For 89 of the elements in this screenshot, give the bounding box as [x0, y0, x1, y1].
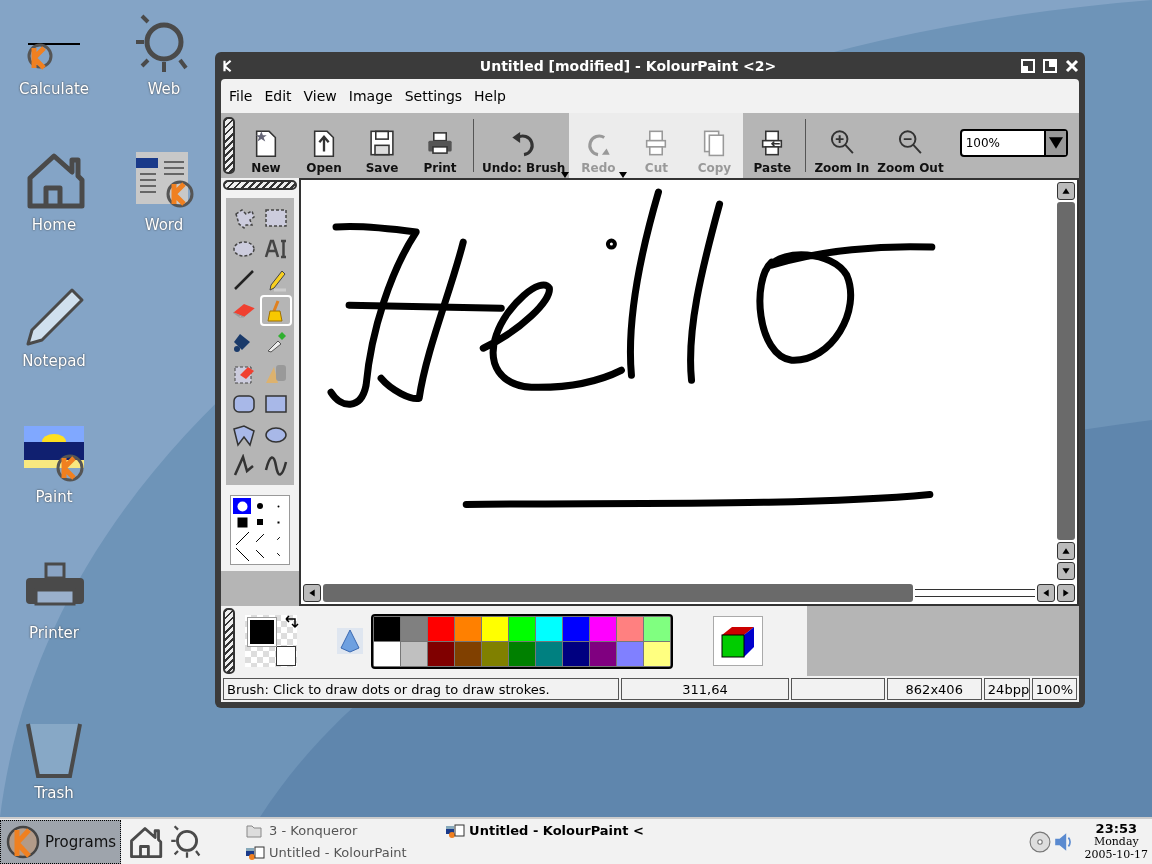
- menu-item[interactable]: View: [299, 86, 341, 106]
- caret-icon[interactable]: [561, 172, 570, 178]
- scroll-right-icon[interactable]: [1057, 584, 1075, 602]
- backslash-brush-icon: [234, 546, 250, 562]
- swap-icon[interactable]: [285, 615, 299, 629]
- backslash-brush-icon: [275, 551, 281, 557]
- foreground-color-swatch[interactable]: [248, 618, 276, 646]
- round-brush-icon: [275, 503, 281, 509]
- caret-icon[interactable]: [1048, 137, 1063, 149]
- scroll-left-icon[interactable]: [303, 584, 321, 602]
- cursor-position: 311,64: [620, 678, 790, 700]
- slash-brush-icon: [234, 530, 250, 546]
- color-swatch[interactable]: [563, 641, 589, 666]
- minimize-icon[interactable]: [1021, 58, 1035, 73]
- color-depth: 24bpp: [983, 678, 1030, 700]
- cd-icon[interactable]: [1028, 830, 1051, 853]
- open-button[interactable]: Open: [295, 113, 353, 178]
- save-button[interactable]: Save: [353, 113, 411, 178]
- scroll-up-icon[interactable]: [1057, 542, 1075, 560]
- close-icon[interactable]: [1065, 58, 1079, 73]
- color-swatch[interactable]: [590, 641, 616, 666]
- color-similarity-button[interactable]: [713, 616, 763, 666]
- color-swatch[interactable]: [590, 616, 616, 641]
- color-swatch[interactable]: [482, 616, 508, 641]
- brush-option[interactable]: [233, 546, 251, 562]
- color-swatch[interactable]: [536, 616, 562, 641]
- scroll-left-icon[interactable]: [1037, 584, 1055, 602]
- window-title: Untitled [modified] - KolourPaint <2>: [478, 57, 778, 74]
- brush-option[interactable]: [233, 530, 251, 546]
- undo-button[interactable]: Undo: Brush: [478, 113, 570, 178]
- scroll-up-icon[interactable]: [1057, 182, 1075, 200]
- status-message: Brush: Click to draw dots or drag to draw strokes.: [223, 678, 619, 700]
- paint-icon: [245, 844, 266, 861]
- task-button[interactable]: Untitled - KolourPaint <: [445, 819, 646, 842]
- start-button[interactable]: Programs: [0, 819, 122, 864]
- color-swatch[interactable]: [644, 641, 670, 666]
- eraser-icon: [232, 303, 256, 318]
- paste-button[interactable]: Paste: [743, 113, 802, 178]
- k-logo-icon: [5, 823, 41, 860]
- menu-item[interactable]: Edit: [260, 86, 296, 106]
- clock-day: Monday: [1093, 835, 1139, 848]
- color-swatch[interactable]: [428, 616, 454, 641]
- panel-grip[interactable]: [223, 180, 297, 190]
- curve-icon: [264, 453, 288, 478]
- line-icon: [232, 267, 256, 292]
- color-swatch[interactable]: [617, 616, 643, 641]
- color-swatch[interactable]: [536, 641, 562, 666]
- horizontal-scrollbar[interactable]: [301, 582, 1077, 604]
- menu-item[interactable]: File: [225, 86, 257, 106]
- image-size: 862x406: [886, 678, 982, 700]
- brush-option[interactable]: [233, 498, 251, 514]
- print-button[interactable]: Print: [411, 113, 469, 178]
- menu-item[interactable]: Settings: [400, 86, 467, 106]
- color-swatch[interactable]: [617, 641, 643, 666]
- color-swatch[interactable]: [374, 641, 400, 666]
- toolbar-grip[interactable]: [223, 117, 235, 174]
- color-swatch[interactable]: [455, 641, 481, 666]
- transparency-icon[interactable]: [337, 628, 363, 654]
- color-swatch[interactable]: [644, 616, 670, 641]
- square-brush-icon: [275, 519, 281, 525]
- background-color-swatch[interactable]: [276, 646, 296, 666]
- menu-item[interactable]: Help: [470, 86, 510, 106]
- task-button[interactable]: Untitled - KolourPaint: [245, 841, 446, 864]
- zoom-combo[interactable]: 100%: [959, 129, 1068, 157]
- polygon-icon: [232, 422, 256, 447]
- color-swatch[interactable]: [509, 641, 535, 666]
- scroll-down-icon[interactable]: [1057, 562, 1075, 580]
- color-swatch[interactable]: [401, 616, 427, 641]
- zoomout-button[interactable]: Zoom Out: [873, 113, 948, 178]
- color-swatch[interactable]: [374, 616, 400, 641]
- color-swatch[interactable]: [563, 616, 589, 641]
- clock-time[interactable]: 23:53: [1095, 822, 1137, 835]
- color-swatch[interactable]: [509, 616, 535, 641]
- maximize-icon[interactable]: [1043, 58, 1057, 73]
- clock-date: 2005-10-17: [1084, 848, 1148, 861]
- paint-icon: [445, 822, 466, 839]
- color-swatch[interactable]: [401, 641, 427, 666]
- color-swatch[interactable]: [482, 641, 508, 666]
- zoomin-button[interactable]: Zoom In: [810, 113, 874, 178]
- color-swatch[interactable]: [428, 641, 454, 666]
- zoom-level: 100%: [1031, 678, 1077, 700]
- vertical-scrollbar[interactable]: [1055, 180, 1077, 582]
- new-button[interactable]: New: [237, 113, 295, 178]
- menu-item[interactable]: Image: [344, 86, 397, 106]
- color-swatch[interactable]: [455, 616, 481, 641]
- slash-brush-icon: [275, 535, 281, 541]
- task-button[interactable]: 3 - Konqueror: [245, 819, 446, 842]
- polyline-icon: [232, 453, 256, 478]
- panel-grip[interactable]: [223, 608, 235, 674]
